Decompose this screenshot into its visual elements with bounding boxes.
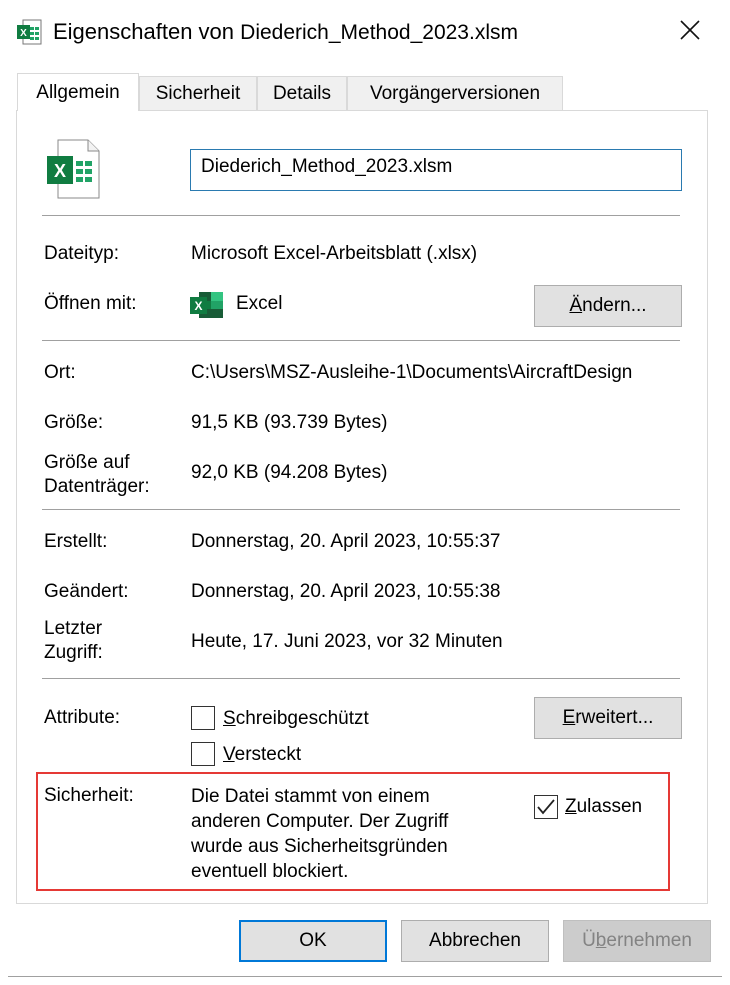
accessed-label-line2: Zugriff: <box>44 642 103 663</box>
tab-allgemein[interactable]: Allgemein <box>17 73 139 111</box>
ok-button[interactable]: OK <box>239 920 387 962</box>
modified-label: Geändert: <box>44 581 129 602</box>
unblock-checkbox[interactable] <box>534 795 558 819</box>
created-value: Donnerstag, 20. April 2023, 10:55:37 <box>191 531 501 552</box>
accessed-label-line1: Letzter <box>44 618 103 639</box>
readonly-checkbox[interactable] <box>191 706 215 730</box>
close-button[interactable] <box>670 10 710 50</box>
disksize-label-line1: Größe auf <box>44 452 130 473</box>
change-button[interactable]: Ändern... <box>534 285 682 327</box>
location-value[interactable]: C:\Users\MSZ-Ausleihe-1\Documents\Aircra… <box>191 361 683 385</box>
change-button-label: Ändern... <box>569 295 647 316</box>
disksize-label: Größe auf Datenträger: <box>44 451 150 499</box>
security-text: Die Datei stammt von einem anderen Compu… <box>191 784 448 884</box>
tab-sicherheit[interactable]: Sicherheit <box>139 76 257 110</box>
title-bar: X Eigenschaften von Diederich_Method_202… <box>0 0 730 62</box>
excel-file-icon: X <box>16 18 42 46</box>
openwith-label: Öffnen mit: <box>44 293 137 314</box>
window-bottom-edge <box>8 976 722 977</box>
excel-app-icon: X <box>190 290 224 320</box>
unblock-label[interactable]: Zulassen <box>565 795 642 819</box>
window-title-prefix: Eigenschaften von <box>53 19 235 44</box>
svg-text:X: X <box>194 299 202 313</box>
tab-vorgaengerversionen[interactable]: Vorgängerversionen <box>347 76 563 110</box>
hidden-label[interactable]: Versteckt <box>223 743 301 767</box>
tab-details[interactable]: Details <box>257 76 347 110</box>
accessed-label: Letzter Zugriff: <box>44 617 103 665</box>
disksize-value: 92,0 KB (94.208 Bytes) <box>191 462 388 483</box>
close-icon <box>680 20 700 40</box>
apply-button[interactable]: Übernehmen <box>563 920 711 962</box>
ok-button-label: OK <box>299 930 327 951</box>
security-text-line: wurde aus Sicherheitsgründen <box>191 836 448 857</box>
readonly-label[interactable]: Schreibgeschützt <box>223 707 369 731</box>
divider <box>42 678 680 679</box>
divider <box>42 509 680 510</box>
modified-value: Donnerstag, 20. April 2023, 10:55:38 <box>191 581 501 602</box>
cancel-button-label: Abbrechen <box>429 930 521 951</box>
tab-label: Details <box>272 82 332 104</box>
security-text-line: Die Datei stammt von einem <box>191 786 430 807</box>
size-label: Größe: <box>44 412 104 433</box>
location-label: Ort: <box>44 362 76 383</box>
window-title-file: Diederich_Method_2023.xlsm <box>240 21 518 44</box>
divider <box>42 215 680 216</box>
tab-label: Sicherheit <box>155 82 241 104</box>
filetype-value: Microsoft Excel-Arbeitsblatt (.xlsx) <box>191 243 478 264</box>
cancel-button[interactable]: Abbrechen <box>401 920 549 962</box>
tab-label: Allgemein <box>36 81 120 103</box>
security-text-line: eventuell blockiert. <box>191 861 349 882</box>
security-label: Sicherheit: <box>44 785 134 806</box>
filename-input[interactable]: Diederich_Method_2023.xlsm <box>190 149 682 191</box>
disksize-label-line2: Datenträger: <box>44 476 150 497</box>
filetype-label: Dateityp: <box>44 243 119 264</box>
checkmark-icon <box>537 799 555 815</box>
openwith-value: Excel <box>236 293 283 314</box>
divider <box>42 340 680 341</box>
filename-value: Diederich_Method_2023.xlsm <box>201 156 453 177</box>
security-text-line: anderen Computer. Der Zugriff <box>191 811 449 832</box>
excel-document-icon: X <box>44 139 100 199</box>
attributes-label: Attribute: <box>44 707 121 728</box>
hidden-checkbox[interactable] <box>191 742 215 766</box>
advanced-button[interactable]: Erweitert... <box>534 697 682 739</box>
window-title: Eigenschaften von Diederich_Method_2023.… <box>53 19 518 45</box>
size-value: 91,5 KB (93.739 Bytes) <box>191 412 388 433</box>
tab-label: Vorgängerversionen <box>369 82 541 104</box>
accessed-value: Heute, 17. Juni 2023, vor 32 Minuten <box>191 631 503 652</box>
apply-button-label: Übernehmen <box>582 930 692 951</box>
svg-text:X: X <box>20 28 27 39</box>
created-label: Erstellt: <box>44 531 108 552</box>
svg-text:X: X <box>54 161 66 181</box>
advanced-button-label: Erweitert... <box>562 707 654 728</box>
